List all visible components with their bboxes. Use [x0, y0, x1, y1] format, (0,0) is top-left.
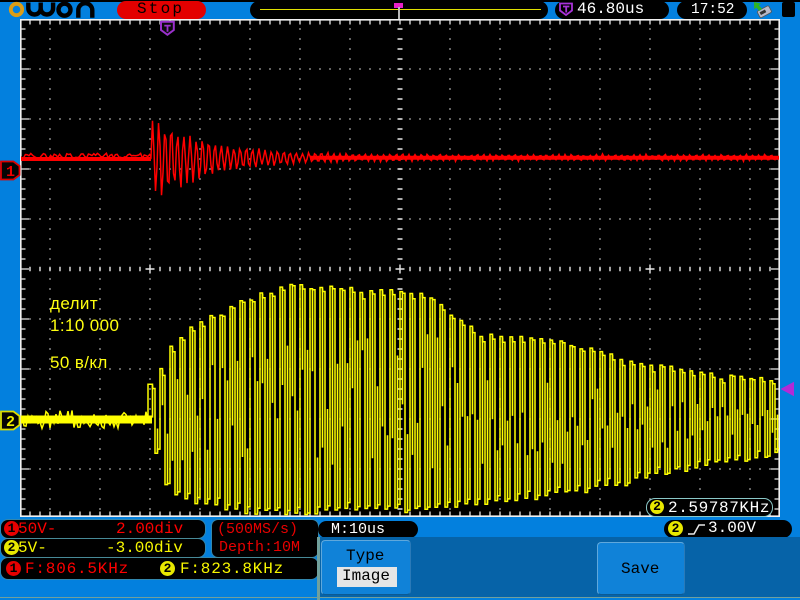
svg-text:2: 2: [6, 414, 15, 431]
svg-text:1: 1: [6, 164, 15, 181]
